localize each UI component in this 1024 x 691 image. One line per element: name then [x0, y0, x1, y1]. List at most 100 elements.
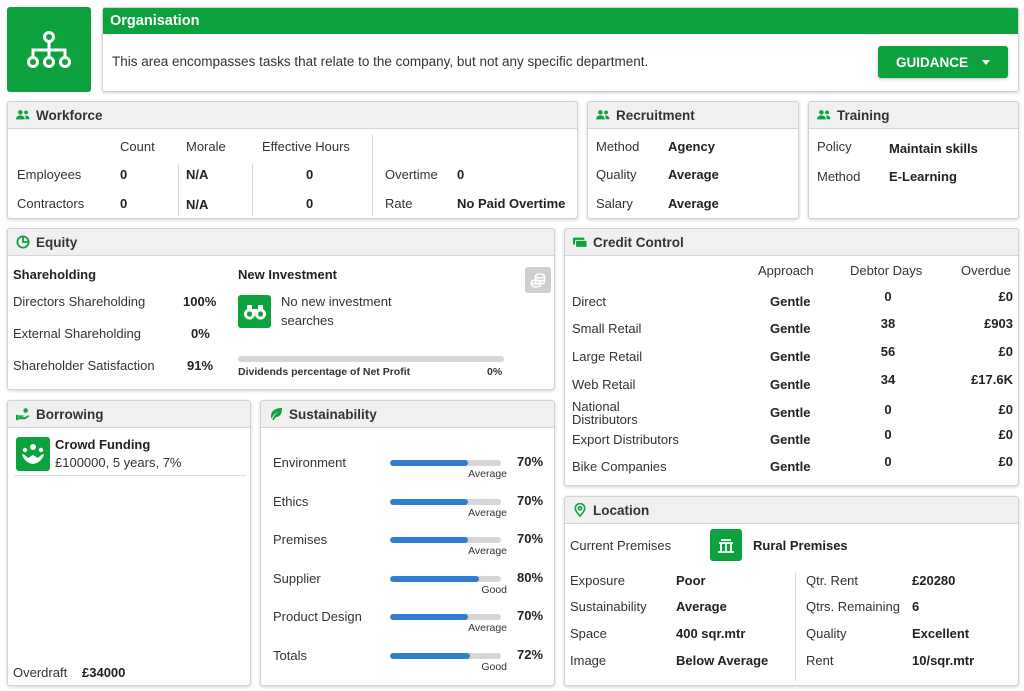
location-row-value: 6	[912, 599, 920, 614]
workforce-card: Workforce Count Morale Effective Hours E…	[7, 101, 578, 219]
workforce-header: Workforce	[8, 102, 577, 129]
sustainability-bar	[390, 614, 501, 620]
sustainability-bar	[390, 576, 501, 582]
sustainability-row-label: Supplier	[273, 571, 321, 586]
current-premises-value: Rural Premises	[753, 538, 848, 553]
credit-row-label: National Distributors	[572, 399, 638, 427]
contractors-morale: N/A	[186, 197, 209, 212]
users-icon	[596, 110, 610, 120]
equity-title: Equity	[36, 234, 78, 250]
credit-row-overdue: £0	[998, 454, 1013, 469]
crowd-funding-icon	[16, 437, 50, 471]
dividends-value: 0%	[487, 366, 503, 378]
sustainability-pct: 72%	[517, 647, 544, 662]
credit-row-approach: Gentle	[770, 321, 811, 336]
credit-row-days: 34	[880, 372, 896, 387]
credit-row-overdue: £903	[984, 316, 1013, 331]
sustainability-pct: 70%	[517, 608, 544, 623]
credit-row-label: Large Retail	[572, 349, 643, 364]
credit-row-label: Small Retail	[572, 321, 642, 336]
overdraft-value: £34000	[82, 665, 126, 680]
dividends-bar	[238, 356, 504, 362]
training-header: Training	[809, 102, 1018, 129]
credit-row-overdue: £0	[998, 427, 1013, 442]
guidance-label: GUIDANCE	[895, 54, 968, 70]
row-value: 0%	[191, 326, 210, 341]
equity-header: Equity	[8, 229, 554, 256]
hierarchy-icon	[27, 30, 71, 68]
row-label: Contractors	[17, 196, 85, 211]
sustainability-bar	[390, 499, 501, 505]
location-row-label: Space	[570, 626, 607, 641]
premises-icon	[710, 529, 742, 561]
rate-value: No Paid Overtime	[457, 196, 566, 211]
coins-icon[interactable]	[525, 267, 551, 293]
leaf-icon	[271, 408, 282, 420]
sustainability-title: Sustainability	[289, 406, 377, 422]
location-row-label: Rent	[806, 653, 834, 668]
location-row-label: Quality	[806, 626, 847, 641]
location-row-value: £20280	[912, 573, 956, 588]
credit-control-title: Credit Control	[593, 234, 684, 250]
row-value: Average	[668, 167, 719, 182]
credit-row-days: 56	[880, 344, 896, 359]
location-row-value: 400 sqr.mtr	[676, 626, 746, 641]
page-title: Organisation	[103, 8, 1018, 34]
credit-row-approach: Gentle	[770, 432, 811, 447]
sustainability-bar-fill	[390, 653, 470, 659]
row-value: E-Learning	[889, 169, 957, 184]
credit-row-label: Direct	[572, 294, 606, 309]
money-icon	[573, 237, 587, 248]
investment-text: No new investment	[281, 294, 392, 309]
credit-row-label: Bike Companies	[572, 459, 667, 474]
sustainability-bar-fill	[390, 499, 468, 505]
row-label: Directors Shareholding	[13, 294, 146, 309]
dividends-label: Dividends percentage of Net Profit	[238, 366, 411, 378]
location-title: Location	[593, 502, 650, 518]
overtime-value: 0	[457, 167, 465, 182]
guidance-button[interactable]: GUIDANCE	[878, 46, 1008, 78]
recruitment-card: Recruitment Method Agency Quality Averag…	[587, 101, 799, 219]
binoculars-icon	[238, 295, 271, 328]
overtime-label: Overtime	[385, 167, 438, 182]
rate-label: Rate	[385, 196, 413, 211]
row-label: Salary	[596, 196, 633, 211]
row-value: Maintain skills	[889, 141, 978, 156]
credit-row-overdue: £0	[998, 289, 1013, 304]
workforce-title: Workforce	[36, 107, 103, 123]
col-overdue: Overdue	[961, 263, 1011, 278]
crowd-funding-detail: £100000, 5 years, 7%	[55, 455, 182, 470]
sustainability-rating: Average	[468, 468, 507, 480]
location-row-value: Poor	[676, 573, 706, 588]
sustainability-bar	[390, 653, 501, 659]
sustainability-row-label: Totals	[273, 648, 307, 663]
credit-row-approach: Gentle	[770, 294, 811, 309]
credit-row-overdue: £0	[998, 402, 1013, 417]
location-row-value: Below Average	[676, 653, 769, 668]
location-row-label: Qtrs. Remaining	[806, 599, 900, 614]
divider	[252, 164, 253, 216]
recruitment-title: Recruitment	[616, 107, 695, 123]
employees-morale: N/A	[186, 167, 209, 182]
sustainability-header: Sustainability	[261, 401, 554, 428]
location-row-label: Qtr. Rent	[806, 573, 859, 588]
row-value: 91%	[187, 358, 214, 373]
employees-count: 0	[120, 167, 128, 182]
col-morale: Morale	[186, 139, 226, 154]
sustainability-bar-fill	[390, 576, 479, 582]
divider	[795, 573, 796, 681]
location-header: Location	[565, 497, 1018, 524]
shareholding-title: Shareholding	[13, 267, 97, 282]
credit-row-overdue: £17.6K	[971, 372, 1013, 387]
credit-row-days: 0	[884, 289, 892, 304]
contractors-hours: 0	[306, 196, 314, 211]
col-count: Count	[120, 139, 155, 154]
row-label: Method	[596, 139, 640, 154]
col-effective-hours: Effective Hours	[262, 139, 350, 154]
divider	[372, 134, 373, 216]
sustainability-bar-fill	[390, 614, 468, 620]
sustainability-rating: Good	[481, 584, 507, 596]
caret-down-icon	[982, 59, 990, 65]
col-debtor-days: Debtor Days	[850, 263, 923, 278]
sustainability-rating: Average	[468, 507, 507, 519]
